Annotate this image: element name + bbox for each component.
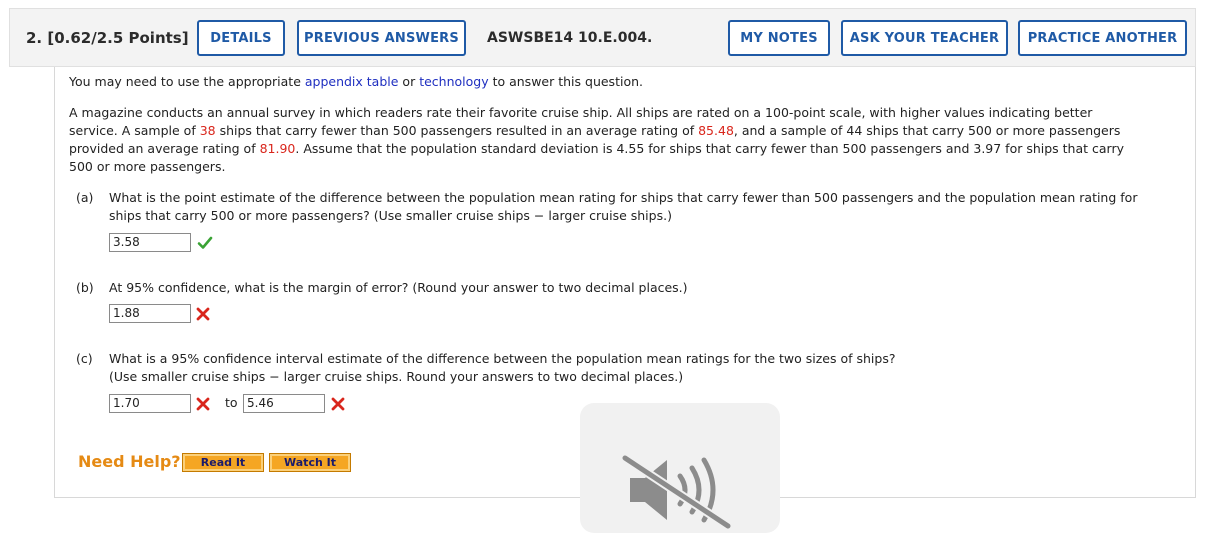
part-b-question: At 95% confidence, what is the margin of… bbox=[109, 280, 688, 295]
part-b-answer-field[interactable]: 1.88 bbox=[109, 304, 191, 323]
part-c-question: What is a 95% confidence interval estima… bbox=[109, 351, 896, 366]
problem-line: 500 or more passengers. bbox=[69, 159, 226, 174]
part-c-lower-field[interactable]: 1.70 bbox=[109, 394, 191, 413]
muted-media-overlay[interactable] bbox=[580, 403, 780, 533]
mean-rating-highlight: 81.90 bbox=[259, 141, 296, 156]
interval-to-label: to bbox=[225, 395, 238, 410]
sample-size-highlight: 38 bbox=[199, 123, 216, 138]
part-c-upper-field[interactable]: 5.46 bbox=[243, 394, 325, 413]
ask-your-teacher-button[interactable]: ASK YOUR TEACHER bbox=[841, 20, 1008, 56]
part-a-label: (a) bbox=[76, 190, 94, 205]
problem-line: service. A sample of 38 ships that carry… bbox=[69, 123, 1121, 138]
part-b-label: (b) bbox=[76, 280, 94, 295]
question-number-points: 2. [0.62/2.5 Points] bbox=[26, 29, 189, 47]
watch-it-button[interactable]: Watch It bbox=[269, 453, 351, 472]
x-icon bbox=[196, 397, 210, 411]
part-a-question: What is the point estimate of the differ… bbox=[109, 190, 1138, 205]
x-icon bbox=[196, 307, 210, 321]
problem-line: provided an average rating of 81.90. Ass… bbox=[69, 141, 1125, 156]
problem-line: A magazine conducts an annual survey in … bbox=[69, 105, 1093, 120]
practice-another-button[interactable]: PRACTICE ANOTHER bbox=[1018, 20, 1187, 56]
x-icon bbox=[331, 397, 345, 411]
read-it-button[interactable]: Read It bbox=[182, 453, 264, 472]
technology-link[interactable]: technology bbox=[419, 74, 488, 89]
details-button[interactable]: DETAILS bbox=[197, 20, 285, 56]
previous-answers-button[interactable]: PREVIOUS ANSWERS bbox=[297, 20, 466, 56]
intro-text: You may need to use the appropriate appe… bbox=[69, 74, 643, 89]
question-header: 2. [0.62/2.5 Points] DETAILS PREVIOUS AN… bbox=[9, 8, 1196, 67]
part-a-answer-field[interactable]: 3.58 bbox=[109, 233, 191, 252]
my-notes-button[interactable]: MY NOTES bbox=[728, 20, 830, 56]
need-help-label: Need Help? bbox=[78, 452, 181, 471]
part-a-question: ships that carry 500 or more passengers?… bbox=[109, 208, 672, 223]
appendix-table-link[interactable]: appendix table bbox=[305, 74, 399, 89]
check-icon bbox=[197, 236, 213, 249]
question-code: ASWSBE14 10.E.004. bbox=[487, 30, 653, 46]
muted-speaker-icon bbox=[620, 453, 733, 531]
part-c-question: (Use smaller cruise ships − larger cruis… bbox=[109, 369, 684, 384]
part-c-label: (c) bbox=[76, 351, 93, 366]
mean-rating-highlight: 85.48 bbox=[698, 123, 734, 138]
